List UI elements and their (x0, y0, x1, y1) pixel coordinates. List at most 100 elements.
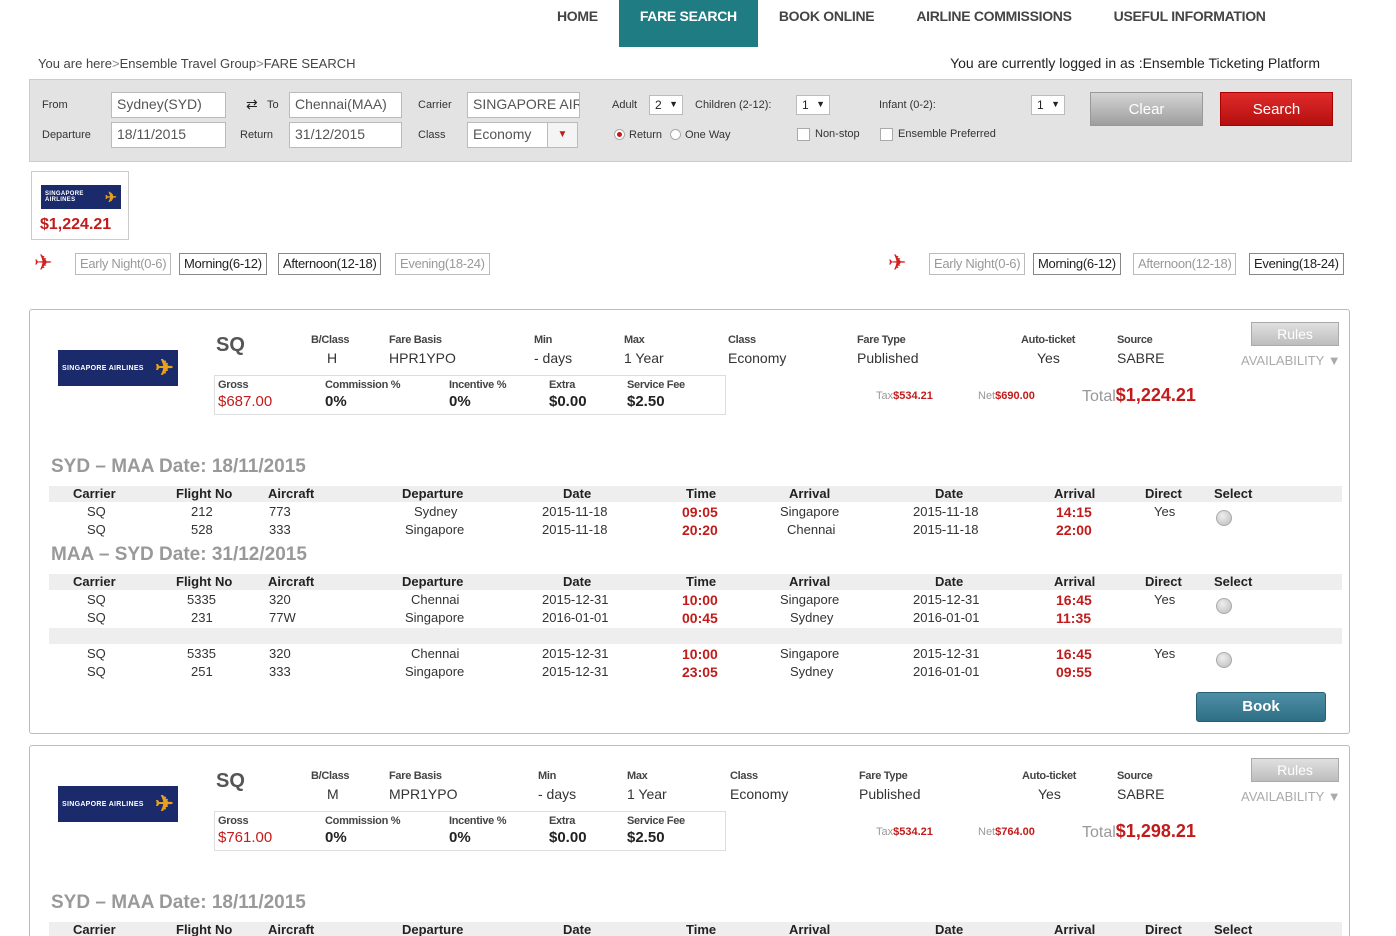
select-radio[interactable] (1216, 510, 1232, 526)
flight-arr-date: 2015-12-31 (913, 592, 980, 607)
search-button[interactable]: Search (1220, 92, 1333, 126)
adult-label: Adult (612, 99, 638, 111)
col-dep-date: Date (563, 486, 592, 501)
col-flight-no: Flight No (176, 486, 233, 501)
availability-toggle[interactable]: AVAILABILITY ▼ (1241, 789, 1341, 804)
singapore-airlines-logo: SINGAPORE AIRLINES ✈ (58, 786, 178, 822)
carrier-code: SQ (216, 334, 245, 356)
airline-price-tile[interactable]: SINGAPORE AIRLINES ✈ $1,224.21 (31, 171, 129, 240)
bird-icon: ✈ (155, 791, 174, 816)
flight-dep-date: 2015-11-18 (542, 504, 608, 519)
col-direct: Direct (1145, 574, 1182, 589)
flight-departure: Singapore (405, 610, 465, 625)
flight-dep-date: 2015-12-31 (542, 646, 609, 661)
main-nav: HOME FARE SEARCH BOOK ONLINE AIRLINE COM… (536, 0, 1287, 47)
children-select[interactable]: 1 ▼ (796, 95, 830, 115)
flight-aircraft: 333 (269, 522, 291, 537)
plane-icon: ✈ (888, 250, 907, 275)
nav-tab-useful-information[interactable]: USEFUL INFORMATION (1093, 0, 1287, 47)
column-header-row: Carrier Flight No Aircraft Departure Dat… (49, 574, 1342, 590)
col-select: Select (1214, 486, 1253, 501)
nonstop-checkbox[interactable] (797, 128, 810, 141)
filter-out-early-night[interactable]: Early Night(0-6) (75, 253, 172, 275)
oneway-radio[interactable] (670, 129, 681, 140)
book-button[interactable]: Book (1196, 692, 1326, 722)
class-header: Class (730, 770, 758, 782)
carrier-input[interactable]: SINGAPORE AIRI (467, 92, 580, 118)
flight-carrier: SQ (87, 522, 106, 537)
extra-value: $0.00 (549, 393, 587, 410)
search-form: From Sydney(SYD) ⇄ To Chennai(MAA) Carri… (29, 79, 1352, 162)
singapore-airlines-logo: SINGAPORE AIRLINES ✈ (58, 350, 178, 386)
nav-tab-home[interactable]: HOME (536, 0, 619, 47)
tax-value: $534.21 (893, 826, 933, 838)
filter-in-morning[interactable]: Morning(6-12) (1033, 253, 1121, 275)
rules-button[interactable]: Rules (1251, 322, 1339, 346)
flight-aircraft: 320 (269, 592, 291, 607)
flight-arr-time: 22:00 (1056, 522, 1092, 538)
infant-select[interactable]: 1 ▼ (1031, 95, 1065, 115)
total-amount: Total$1,298.21 (1082, 821, 1196, 842)
option-separator (49, 628, 1342, 644)
filter-in-afternoon[interactable]: Afternoon(12-18) (1133, 253, 1237, 275)
col-direct: Direct (1145, 486, 1182, 501)
total-value: $1,224.21 (1115, 385, 1196, 405)
col-arr-time: Arrival (1054, 574, 1096, 589)
filter-out-evening[interactable]: Evening(18-24) (395, 253, 490, 275)
from-input[interactable]: Sydney(SYD) (111, 92, 226, 118)
col-arrival: Arrival (789, 922, 831, 936)
filter-in-evening[interactable]: Evening(18-24) (1249, 253, 1344, 275)
adult-select[interactable]: 2 ▼ (649, 95, 683, 115)
col-arr-time: Arrival (1054, 922, 1096, 936)
tax-value: $534.21 (893, 390, 933, 402)
col-carrier: Carrier (73, 574, 116, 589)
nav-tab-airline-commissions[interactable]: AIRLINE COMMISSIONS (895, 0, 1092, 47)
logo-text: SINGAPORE AIRLINES (62, 364, 144, 372)
class-select[interactable]: Economy ▼ (467, 122, 578, 148)
bclass-header: B/Class (311, 770, 350, 782)
breadcrumb-link-ensemble[interactable]: Ensemble Travel Group (120, 56, 257, 71)
auto-ticket-header: Auto-ticket (1021, 334, 1076, 346)
flight-direct: Yes (1154, 646, 1176, 661)
return-date-input[interactable]: 31/12/2015 (289, 122, 402, 148)
flight-departure: Sydney (414, 504, 458, 519)
tax-amount: Tax$534.21 (876, 390, 933, 402)
col-carrier: Carrier (73, 486, 116, 501)
nav-tab-fare-search[interactable]: FARE SEARCH (618, 0, 758, 47)
fare-result-card: SINGAPORE AIRLINES ✈ SQ B/Class M Fare Ba… (29, 745, 1350, 936)
swap-icon[interactable]: ⇄ (246, 96, 258, 113)
class-select-value: Economy (473, 126, 532, 142)
return-radio[interactable] (614, 129, 625, 140)
select-radio[interactable] (1216, 652, 1232, 668)
chevron-down-icon: ▼ (1051, 99, 1060, 109)
flight-departure: Singapore (405, 522, 465, 537)
children-label: Children (2-12): (695, 99, 772, 111)
preferred-checkbox[interactable] (880, 128, 893, 141)
outbound-segment-title: SYD – MAA Date: 18/11/2015 (51, 456, 306, 477)
flight-dep-time: 10:00 (682, 592, 718, 608)
col-departure: Departure (402, 574, 464, 589)
class-value: Economy (730, 786, 789, 802)
flight-dep-date: 2015-12-31 (542, 664, 609, 679)
logged-in-user: You are currently logged in as :Ensemble… (950, 55, 1320, 71)
to-input[interactable]: Chennai(MAA) (289, 92, 402, 118)
departure-date-input[interactable]: 18/11/2015 (111, 122, 226, 148)
incentive-value: 0% (449, 829, 471, 846)
flight-direct: Yes (1154, 504, 1176, 519)
class-value: Economy (728, 350, 787, 366)
flight-dep-date: 2016-01-01 (542, 610, 609, 625)
rules-button[interactable]: Rules (1251, 758, 1339, 782)
fare-basis-header: Fare Basis (389, 770, 442, 782)
filter-out-afternoon[interactable]: Afternoon(12-18) (278, 253, 382, 275)
flight-departure: Singapore (405, 664, 465, 679)
net-value: $764.00 (995, 826, 1035, 838)
carrier-code: SQ (216, 770, 245, 792)
filter-in-early-night[interactable]: Early Night(0-6) (929, 253, 1026, 275)
filter-out-morning[interactable]: Morning(6-12) (179, 253, 267, 275)
availability-toggle[interactable]: AVAILABILITY ▼ (1241, 353, 1341, 368)
clear-button[interactable]: Clear (1090, 92, 1203, 126)
select-radio[interactable] (1216, 598, 1232, 614)
nav-tab-book-online[interactable]: BOOK ONLINE (758, 0, 895, 47)
col-aircraft: Aircraft (268, 922, 315, 936)
gross-header: Gross (218, 379, 249, 391)
